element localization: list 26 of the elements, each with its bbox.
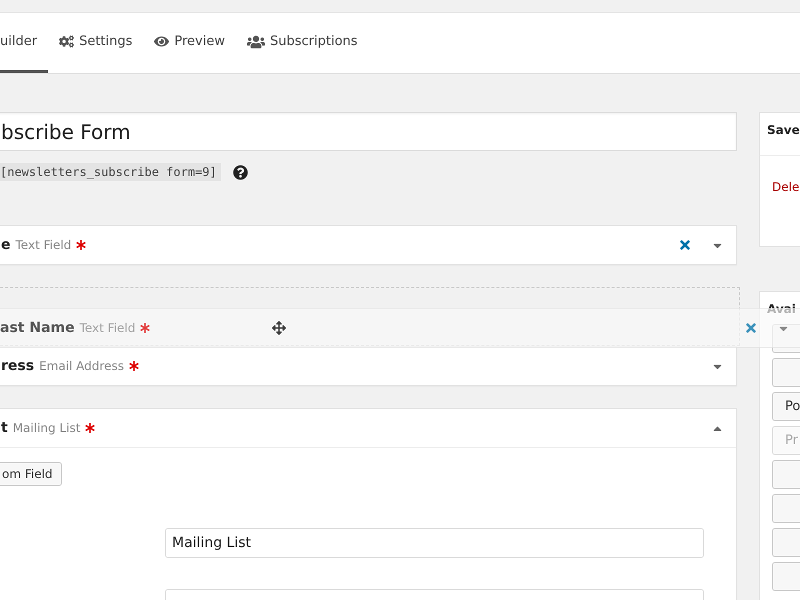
form-title-field[interactable]: bscribe Form (0, 112, 737, 151)
remove-icon[interactable] (678, 238, 692, 252)
tab[interactable]: Preview (143, 13, 236, 73)
shortcode: [newsletters_subscribe form=9] (0, 163, 221, 181)
users-icon (247, 32, 265, 50)
eye-icon (154, 34, 170, 49)
remove-icon[interactable] (744, 321, 758, 335)
field-type: Text Field (16, 238, 72, 252)
field-name: ress (1, 358, 34, 374)
field-name: e (1, 237, 10, 253)
gears-icon (59, 34, 74, 49)
move-cursor-icon (272, 321, 286, 335)
field-type: Email Address (39, 359, 124, 373)
tab[interactable]: Settings (48, 13, 144, 73)
delete-link[interactable]: Dele (760, 155, 800, 246)
field-name: ast Name (0, 320, 75, 336)
tab[interactable]: Subscriptions (236, 13, 369, 73)
field-type: Text Field (80, 321, 136, 335)
help-icon[interactable] (232, 164, 248, 180)
field-type: Mailing List (12, 421, 80, 435)
field-type-button[interactable]: Po (772, 392, 800, 421)
custom-field-button[interactable]: om Field (0, 462, 62, 486)
tab[interactable]: uilder (0, 13, 48, 73)
title-field[interactable]: Mailing List (165, 528, 704, 558)
panel-title: Save (766, 122, 800, 139)
field-name: t (1, 420, 8, 436)
